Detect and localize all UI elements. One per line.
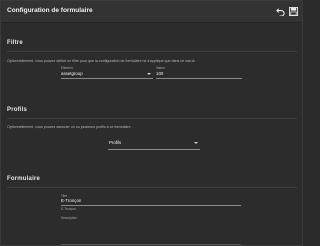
save-button[interactable]	[288, 6, 299, 17]
save-icon	[289, 7, 298, 16]
filtre-divider	[7, 51, 297, 52]
profils-select[interactable]: Profils	[108, 138, 200, 150]
chevron-down-icon	[194, 142, 198, 144]
element-value: assetgroup	[61, 71, 83, 76]
profils-placeholder: Profils	[109, 140, 122, 145]
filtre-description: Optionnellement, vous pouvez définir un …	[7, 59, 196, 63]
form-config-panel: Configuration de formulaire Filtre Optio…	[0, 0, 303, 246]
element-underline	[61, 78, 153, 79]
filtre-section-title: Filtre	[7, 40, 23, 46]
chevron-down-icon	[147, 73, 151, 75]
valeur-input[interactable]: Valeur 100	[156, 65, 242, 79]
titre-value: E-Tronçon	[61, 198, 82, 203]
titre-underline	[61, 205, 241, 206]
description-label: Description	[61, 216, 77, 220]
profils-divider	[7, 118, 297, 119]
element-label: Elément	[61, 66, 73, 70]
titre-hint: E-Tronçon	[61, 207, 76, 211]
valeur-underline	[156, 78, 242, 79]
page-title: Configuration de formulaire	[7, 7, 93, 14]
profils-section-title: Profils	[7, 107, 28, 113]
valeur-label: Valeur	[156, 66, 165, 70]
panel-header: Configuration de formulaire	[1, 1, 302, 23]
profils-description: Optionnellement, vous pouvez associer un…	[7, 125, 132, 129]
description-textarea[interactable]	[61, 221, 241, 245]
formulaire-section-title: Formulaire	[7, 176, 41, 182]
titre-input[interactable]: Titre E-Tronçon E-Tronçon	[61, 193, 241, 213]
undo-button[interactable]	[275, 6, 286, 17]
undo-icon	[276, 8, 285, 16]
valeur-value: 100	[156, 71, 164, 76]
element-select[interactable]: Elément assetgroup	[61, 65, 153, 79]
formulaire-divider	[7, 187, 297, 188]
profils-underline	[108, 149, 200, 150]
